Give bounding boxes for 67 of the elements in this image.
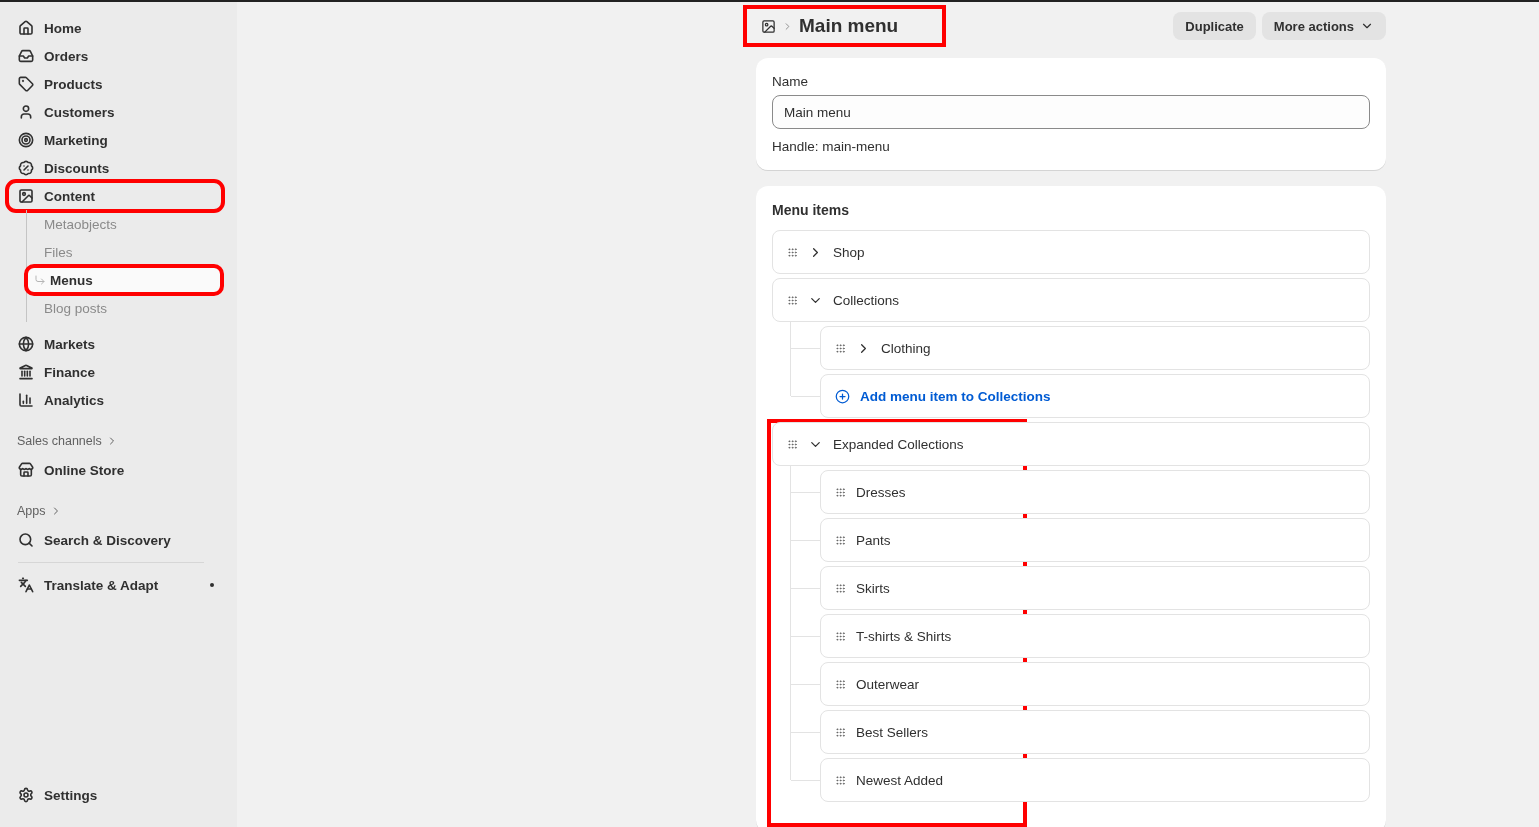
menu-item[interactable]: Expanded Collections xyxy=(772,422,1370,466)
person-icon xyxy=(18,104,34,120)
arrow-icon xyxy=(34,274,46,286)
nav-item[interactable]: Online Store xyxy=(8,456,222,484)
menu-item-label: Shop xyxy=(833,244,865,260)
drag-handle-icon[interactable] xyxy=(787,294,798,306)
target-icon xyxy=(18,132,34,148)
title-text: Main menu xyxy=(799,15,899,37)
nav-item[interactable]: Discounts xyxy=(8,154,222,182)
nav-item[interactable]: Translate & Adapt xyxy=(8,571,222,599)
nav-item[interactable]: Markets xyxy=(8,330,222,358)
handle-text: Handle: main-menu xyxy=(772,139,891,154)
action-button[interactable]: Duplicate xyxy=(1173,12,1256,40)
nav-item[interactable]: Products xyxy=(8,70,222,98)
section-heading[interactable]: Sales channels xyxy=(17,432,222,450)
add-menu-item-link[interactable]: Add menu item to Collections xyxy=(860,388,1051,404)
menu-item-label: Dresses xyxy=(856,484,906,500)
translate-icon xyxy=(18,577,34,593)
nav-item[interactable]: Orders xyxy=(8,42,222,70)
menu-item[interactable]: Collections xyxy=(772,278,1370,322)
nav-item[interactable]: Analytics xyxy=(8,386,222,414)
drag-handle-icon[interactable] xyxy=(835,342,846,354)
globe-icon xyxy=(18,336,34,352)
name-input[interactable]: Main menu xyxy=(772,95,1370,129)
section-heading[interactable]: Apps xyxy=(17,502,222,520)
menu-item-label: T-shirts & Shirts xyxy=(856,628,952,644)
settings-icon xyxy=(18,787,34,803)
menu-item-label: Newest Added xyxy=(856,772,944,788)
nav-item[interactable]: Marketing xyxy=(8,126,222,154)
drag-handle-icon[interactable] xyxy=(835,726,846,738)
tag-icon xyxy=(18,76,34,92)
drag-handle-icon[interactable] xyxy=(835,486,846,498)
percent-badge-icon xyxy=(18,160,34,176)
menu-item-label: Skirts xyxy=(856,580,890,596)
nav-item[interactable]: Settings xyxy=(8,781,222,809)
action-button[interactable]: More actions xyxy=(1261,12,1386,40)
add-icon xyxy=(835,388,850,404)
menu-item-label: Pants xyxy=(856,532,891,548)
drag-handle-icon[interactable] xyxy=(835,630,846,642)
nav-item[interactable]: Content xyxy=(8,182,222,210)
menu-item-label: Outerwear xyxy=(856,676,920,692)
image-icon xyxy=(18,188,34,204)
menu-item-label: Clothing xyxy=(881,340,931,356)
nav-item[interactable]: Search & Discovery xyxy=(8,526,222,554)
nav-item[interactable]: Finance xyxy=(8,358,222,386)
nav-item[interactable]: Customers xyxy=(8,98,222,126)
drag-handle-icon[interactable] xyxy=(787,246,798,258)
field-label: Name xyxy=(772,74,809,89)
image-icon[interactable] xyxy=(761,18,776,34)
bar-chart-icon xyxy=(18,392,34,408)
home-icon xyxy=(18,20,34,36)
menu-item-label: Expanded Collections xyxy=(833,436,964,452)
menu-item-label: Collections xyxy=(833,292,900,308)
inbox-icon xyxy=(18,48,34,64)
menu-item-label: Best Sellers xyxy=(856,724,929,740)
drag-handle-icon[interactable] xyxy=(787,438,798,450)
drag-handle-icon[interactable] xyxy=(835,678,846,690)
drag-handle-icon[interactable] xyxy=(835,582,846,594)
bank-icon xyxy=(18,364,34,380)
card-title: Menu items xyxy=(772,202,850,218)
search-icon xyxy=(18,532,34,548)
nav-sub-item[interactable]: Menus xyxy=(26,266,222,294)
drag-handle-icon[interactable] xyxy=(835,534,846,546)
nav-item[interactable]: Home xyxy=(8,14,222,42)
drag-handle-icon[interactable] xyxy=(835,774,846,786)
store-icon xyxy=(18,462,34,478)
menu-item[interactable]: Shop xyxy=(772,230,1370,274)
